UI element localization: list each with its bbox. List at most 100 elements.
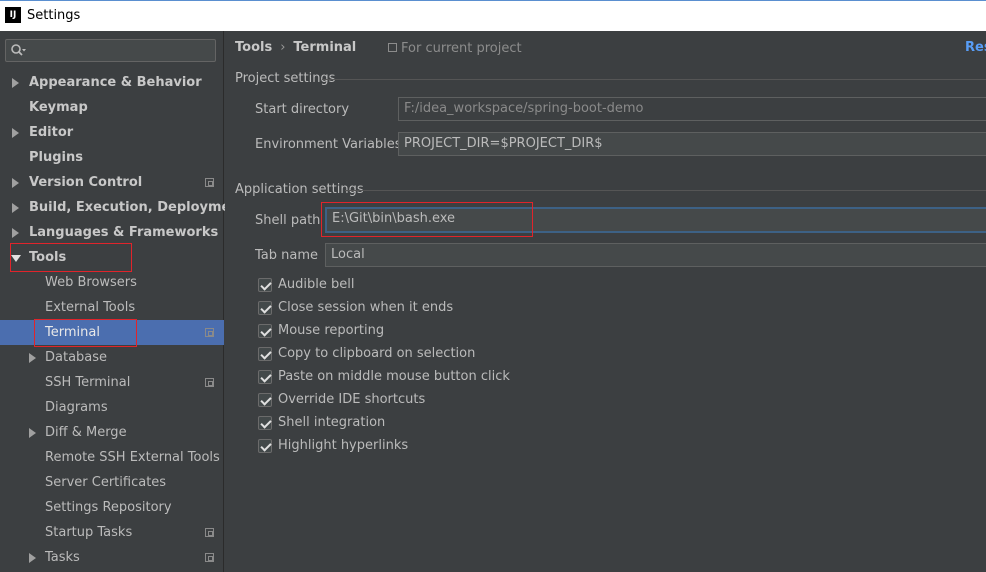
sidebar-item-label: Plugins [29, 150, 83, 165]
sidebar-item-diff-merge[interactable]: Diff & Merge [0, 420, 224, 445]
start-directory-label: Start directory [255, 102, 350, 117]
sidebar-item-terminal[interactable]: Terminal [0, 320, 224, 345]
sidebar-item-editor[interactable]: Editor [0, 120, 224, 145]
settings-main-panel: Tools › Terminal For current project Res P… [225, 31, 986, 572]
checkbox-label: Paste on middle mouse button click [278, 369, 510, 384]
checkbox-label: Audible bell [278, 277, 355, 292]
sidebar-item-appearance[interactable]: Appearance & Behavior [0, 70, 224, 95]
checkbox-checked-icon[interactable] [258, 439, 272, 453]
project-scope-icon [205, 328, 214, 337]
sidebar-item-label: Editor [29, 125, 74, 140]
app-icon: IJ [5, 7, 21, 23]
sidebar-item-external-tools[interactable]: External Tools [0, 295, 224, 320]
checkbox-checked-icon[interactable] [258, 347, 272, 361]
sidebar-item-server-certificates[interactable]: Server Certificates [0, 470, 224, 495]
chevron-right-icon [12, 203, 19, 213]
checkbox-label: Close session when it ends [278, 300, 454, 315]
checkbox-label: Override IDE shortcuts [278, 392, 426, 407]
scope-indicator: For current project [388, 41, 522, 56]
sidebar-item-database[interactable]: Database [0, 345, 224, 370]
checkbox-label: Shell integration [278, 415, 386, 430]
chevron-right-icon [12, 178, 19, 188]
checkbox-checked-icon[interactable] [258, 393, 272, 407]
sidebar-item-tools[interactable]: Tools [0, 245, 224, 270]
breadcrumb: Tools › Terminal [235, 40, 356, 55]
tab-name-field[interactable]: Local [325, 243, 986, 267]
sidebar-item-label: Build, Execution, Deployment [29, 200, 246, 215]
sidebar-item-startup-tasks[interactable]: Startup Tasks [0, 520, 224, 545]
sidebar-item-settings-repository[interactable]: Settings Repository [0, 495, 224, 520]
checkbox-checked-icon[interactable] [258, 301, 272, 315]
sidebar-item-label: External Tools [45, 300, 136, 315]
sidebar-item-label: Version Control [29, 175, 143, 190]
sidebar-item-label: SSH Terminal [45, 375, 131, 390]
sidebar-item-web-browsers[interactable]: Web Browsers [0, 270, 224, 295]
settings-sidebar: Appearance & Behavior Keymap Editor Plug… [0, 31, 246, 572]
section-divider [322, 79, 986, 80]
chevron-down-icon [11, 255, 21, 262]
shell-path-field[interactable]: E:\Git\bin\bash.exe [325, 207, 986, 233]
search-input[interactable] [5, 39, 216, 62]
section-divider [345, 190, 986, 191]
sidebar-item-label: Languages & Frameworks [29, 225, 219, 240]
checkbox-label: Copy to clipboard on selection [278, 346, 476, 361]
sidebar-item-label: Appearance & Behavior [29, 75, 202, 90]
start-directory-value: F:/idea_workspace/spring-boot-demo [404, 101, 644, 116]
env-vars-value: PROJECT_DIR=$PROJECT_DIR$ [404, 136, 603, 151]
sidebar-item-label: Database [45, 350, 108, 365]
sidebar-item-keymap[interactable]: Keymap [0, 95, 224, 120]
project-scope-icon [205, 178, 214, 187]
chevron-right-icon [29, 553, 36, 563]
start-directory-field[interactable]: F:/idea_workspace/spring-boot-demo [398, 97, 986, 121]
checkbox-label: Highlight hyperlinks [278, 438, 409, 453]
sidebar-item-label: Remote SSH External Tools [45, 450, 220, 465]
section-title-project-settings: Project settings [235, 71, 336, 86]
project-scope-icon [205, 378, 214, 387]
tab-name-label: Tab name [255, 248, 319, 263]
sidebar-item-ssh-terminal[interactable]: SSH Terminal [0, 370, 224, 395]
breadcrumb-parent[interactable]: Tools [235, 40, 272, 55]
shell-path-value: E:\Git\bin\bash.exe [332, 211, 456, 226]
sidebar-item-label: Diff & Merge [45, 425, 127, 440]
checkbox-label: Mouse reporting [278, 323, 385, 338]
env-vars-field[interactable]: PROJECT_DIR=$PROJECT_DIR$ [398, 132, 986, 156]
breadcrumb-current: Terminal [293, 40, 357, 55]
sidebar-item-remote-ssh[interactable]: Remote SSH External Tools [0, 445, 224, 470]
checkbox-checked-icon[interactable] [258, 416, 272, 430]
project-scope-icon [205, 528, 214, 537]
search-icon [11, 44, 26, 56]
window-title: Settings [27, 8, 81, 23]
project-scope-icon [388, 43, 397, 52]
sidebar-item-diagrams[interactable]: Diagrams [0, 395, 224, 420]
chevron-right-icon [12, 228, 19, 238]
title-bar: IJ Settings [0, 0, 986, 31]
sidebar-item-tasks[interactable]: Tasks [0, 545, 224, 570]
sidebar-item-version-control[interactable]: Version Control [0, 170, 224, 195]
checkbox-checked-icon[interactable] [258, 370, 272, 384]
sidebar-item-plugins[interactable]: Plugins [0, 145, 224, 170]
chevron-right-icon [12, 78, 19, 88]
breadcrumb-separator: › [280, 40, 286, 55]
sidebar-item-label: Tools [29, 250, 67, 265]
sidebar-item-label: Tasks [45, 550, 80, 565]
checkbox-checked-icon[interactable] [258, 324, 272, 338]
sidebar-item-languages[interactable]: Languages & Frameworks [0, 220, 224, 245]
sidebar-item-build[interactable]: Build, Execution, Deployment [0, 195, 246, 220]
env-vars-label: Environment Variables [255, 137, 402, 152]
chevron-right-icon [29, 428, 36, 438]
scope-label: For current project [401, 41, 522, 56]
chevron-right-icon [29, 353, 36, 363]
sidebar-item-label: Diagrams [45, 400, 108, 415]
shell-path-label: Shell path [255, 213, 321, 228]
chevron-right-icon [12, 128, 19, 138]
sidebar-item-label: Settings Repository [45, 500, 172, 515]
sidebar-item-label: Web Browsers [45, 275, 137, 290]
sidebar-item-label: Keymap [29, 100, 88, 115]
sidebar-item-label: Startup Tasks [45, 525, 133, 540]
tab-name-value: Local [331, 247, 365, 262]
reset-link[interactable]: Res [965, 40, 986, 55]
sidebar-item-label: Terminal [45, 325, 100, 340]
checkbox-checked-icon[interactable] [258, 278, 272, 292]
project-scope-icon [205, 553, 214, 562]
sidebar-item-label: Server Certificates [45, 475, 167, 490]
